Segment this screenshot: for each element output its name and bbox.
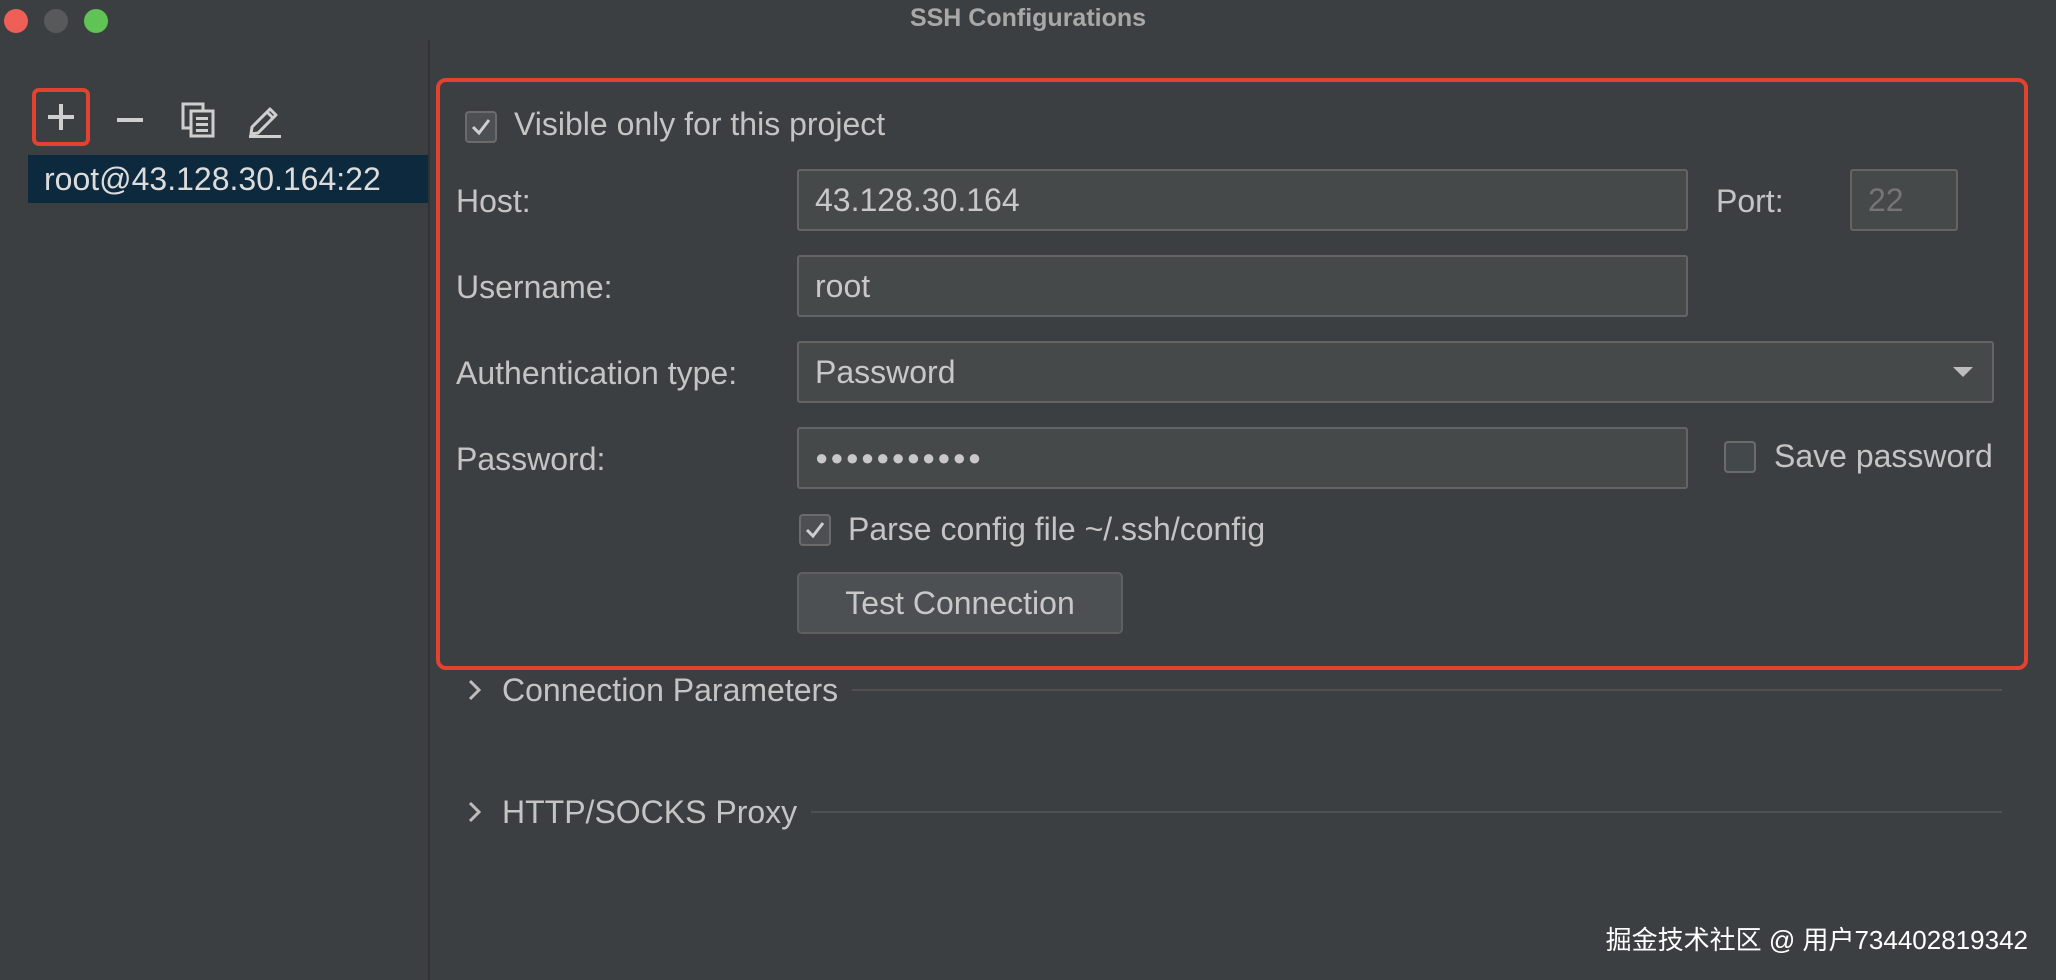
config-list-item[interactable]: root@43.128.30.164:22 [28, 155, 428, 203]
section-divider [811, 811, 2002, 813]
chevron-right-icon [462, 677, 488, 703]
window-title: SSH Configurations [909, 4, 1147, 32]
password-value: ●●●●●●●●●●● [815, 445, 984, 470]
section-title: Connection Parameters [502, 671, 839, 708]
copy-icon [181, 102, 215, 138]
section-divider [852, 689, 2002, 691]
port-label: Port: [1716, 183, 1784, 219]
save-password-label: Save password [1774, 438, 1993, 474]
visible-only-label: Visible only for this project [514, 106, 886, 142]
watermark: 掘金技术社区 @ 用户734402819342 [1605, 925, 2028, 955]
host-input[interactable] [815, 181, 1686, 219]
visible-only-checkbox[interactable] [465, 111, 497, 143]
username-field[interactable] [797, 255, 1688, 317]
minus-icon [117, 118, 143, 122]
port-input[interactable] [1868, 181, 1956, 219]
chevron-right-icon [462, 799, 488, 825]
remove-config-button[interactable] [105, 95, 155, 145]
copy-config-button[interactable] [173, 95, 223, 145]
parse-config-label: Parse config file ~/.ssh/config [848, 511, 1266, 547]
username-label: Username: [456, 269, 613, 305]
checkmark-icon [805, 522, 825, 539]
port-field[interactable] [1850, 169, 1958, 231]
host-label: Host: [456, 183, 531, 219]
test-connection-button[interactable]: Test Connection [797, 572, 1123, 634]
connection-parameters-section[interactable]: Connection Parameters [462, 670, 2002, 710]
add-config-button[interactable] [32, 88, 90, 146]
pencil-icon [249, 107, 281, 138]
parse-config-checkbox[interactable] [799, 514, 831, 546]
auth-type-value: Password [815, 353, 956, 390]
plus-icon [48, 104, 74, 130]
edit-config-button[interactable] [240, 95, 290, 145]
password-field[interactable]: ●●●●●●●●●●● [797, 427, 1688, 489]
section-title: HTTP/SOCKS Proxy [502, 793, 798, 830]
save-password-checkbox[interactable] [1724, 441, 1756, 473]
chevron-down-icon [1953, 367, 1973, 377]
host-field[interactable] [797, 169, 1688, 231]
auth-type-label: Authentication type: [456, 355, 738, 391]
password-label: Password: [456, 441, 606, 477]
title-bar: SSH Configurations [0, 0, 2056, 40]
checkmark-icon [471, 119, 491, 136]
http-socks-proxy-section[interactable]: HTTP/SOCKS Proxy [462, 792, 2002, 832]
auth-type-select[interactable]: Password [797, 341, 1994, 403]
username-input[interactable] [815, 267, 1686, 305]
